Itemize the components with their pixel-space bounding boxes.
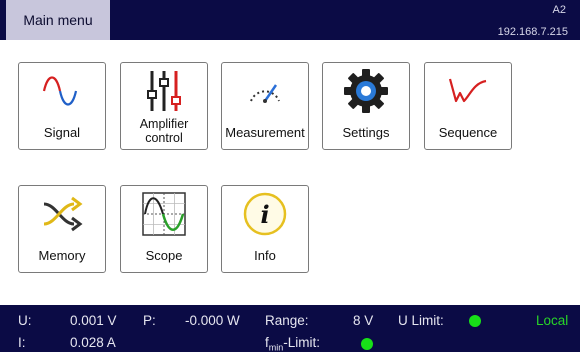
status-bar: U: 0.001 V P: -0.000 W Range: 8 V U Limi…	[0, 305, 580, 352]
shuffle-icon	[19, 192, 105, 236]
fmin-limit-label: fmin-Limit:	[265, 335, 320, 352]
oscilloscope-icon	[121, 192, 207, 236]
power-label: P:	[143, 313, 156, 328]
fmin-rest: -Limit:	[283, 335, 321, 350]
voltage-value: 0.001 V	[70, 313, 117, 328]
sequence-wave-icon	[425, 69, 511, 113]
svg-text:i: i	[260, 200, 269, 229]
gear-icon	[323, 69, 409, 113]
amplifier-control-button[interactable]: Amplifier control	[120, 62, 208, 150]
fmin-limit-indicator	[361, 338, 373, 350]
signal-label: Signal	[43, 125, 81, 140]
info-icon: i	[222, 192, 308, 236]
main-menu-title: Main menu	[23, 12, 93, 28]
top-bar: Main menu A2 192.168.7.215	[0, 0, 580, 40]
u-limit-indicator	[469, 315, 481, 327]
scope-label: Scope	[145, 248, 183, 263]
settings-button[interactable]: Settings	[322, 62, 410, 150]
range-value: 8 V	[353, 313, 374, 328]
fmin-sub: min	[268, 342, 284, 352]
signal-button[interactable]: Signal	[18, 62, 106, 150]
u-limit-label: U Limit:	[398, 313, 444, 328]
sequence-label: Sequence	[438, 125, 498, 140]
measurement-button[interactable]: Measurement	[221, 62, 309, 150]
measurement-label: Measurement	[225, 125, 305, 140]
info-button[interactable]: i Info	[221, 185, 309, 273]
scope-button[interactable]: Scope	[120, 185, 208, 273]
power-value: -0.000 W	[185, 313, 240, 328]
sequence-button[interactable]: Sequence	[424, 62, 512, 150]
voltage-label: U:	[18, 313, 32, 328]
amplifier-label-line1: Amplifier	[139, 117, 189, 131]
gauge-icon	[222, 69, 308, 113]
amplifier-label-line2: control	[145, 131, 183, 145]
ip-address: 192.168.7.215	[497, 26, 568, 38]
sliders-icon	[121, 69, 207, 113]
main-menu-tab[interactable]: Main menu	[6, 0, 110, 40]
current-label: I:	[18, 335, 26, 350]
memory-label: Memory	[38, 248, 86, 263]
settings-label: Settings	[342, 125, 390, 140]
device-id: A2	[552, 4, 566, 16]
current-value: 0.028 A	[70, 335, 116, 350]
range-label: Range:	[265, 313, 309, 328]
info-label: Info	[254, 248, 276, 263]
memory-button[interactable]: Memory	[18, 185, 106, 273]
amplifier-control-label: Amplifier control	[121, 117, 207, 145]
sine-wave-icon	[19, 69, 105, 113]
mode-indicator: Local	[536, 313, 569, 328]
